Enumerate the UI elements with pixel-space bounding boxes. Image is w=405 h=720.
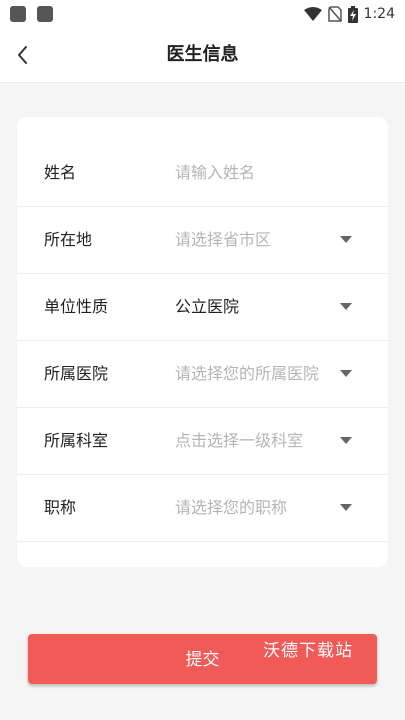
- job-title-label: 职称: [44, 498, 77, 517]
- department-row[interactable]: 所属科室 点击选择一级科室: [17, 407, 388, 475]
- dropdown-arrow-icon: [340, 370, 352, 377]
- name-label: 姓名: [44, 163, 77, 182]
- name-input[interactable]: [175, 139, 355, 206]
- notification-square-icon: [37, 6, 53, 22]
- title-row[interactable]: 职称 请选择您的职称: [17, 474, 388, 542]
- unit-type-row[interactable]: 单位性质 公立医院: [17, 273, 388, 341]
- no-sim-icon: [327, 6, 342, 22]
- chevron-left-icon[interactable]: [10, 41, 38, 69]
- notification-square-icon: [10, 6, 26, 22]
- hospital-select[interactable]: 请选择您的所属医院: [175, 340, 319, 407]
- status-time: 1:24: [363, 6, 395, 22]
- hospital-row[interactable]: 所属医院 请选择您的所属医院: [17, 340, 388, 408]
- location-select[interactable]: 请选择省市区: [175, 206, 271, 273]
- department-select[interactable]: 点击选择一级科室: [175, 407, 303, 474]
- watermark: 沃德下载站: [263, 641, 353, 661]
- doctor-info-form: 姓名 所在地 请选择省市区 单位性质 公立医院 所属医院 请选择您的所属医院 所…: [17, 117, 388, 567]
- page-title: 医生信息: [166, 44, 239, 65]
- navigation-bar: 医生信息: [0, 28, 405, 83]
- dropdown-arrow-icon: [340, 303, 352, 310]
- department-label: 所属科室: [44, 431, 109, 450]
- name-row[interactable]: 姓名: [17, 139, 388, 207]
- unit-type-label: 单位性质: [44, 297, 109, 316]
- unit-type-select[interactable]: 公立医院: [175, 273, 239, 340]
- dropdown-arrow-icon: [340, 504, 352, 511]
- dropdown-arrow-icon: [340, 437, 352, 444]
- wifi-icon: [303, 7, 322, 21]
- location-label: 所在地: [44, 230, 93, 249]
- hospital-label: 所属医院: [44, 364, 109, 383]
- battery-charging-icon: [347, 5, 358, 23]
- dropdown-arrow-icon: [340, 236, 352, 243]
- status-bar: 1:24: [0, 0, 405, 28]
- job-title-select[interactable]: 请选择您的职称: [175, 474, 287, 541]
- location-row[interactable]: 所在地 请选择省市区: [17, 206, 388, 274]
